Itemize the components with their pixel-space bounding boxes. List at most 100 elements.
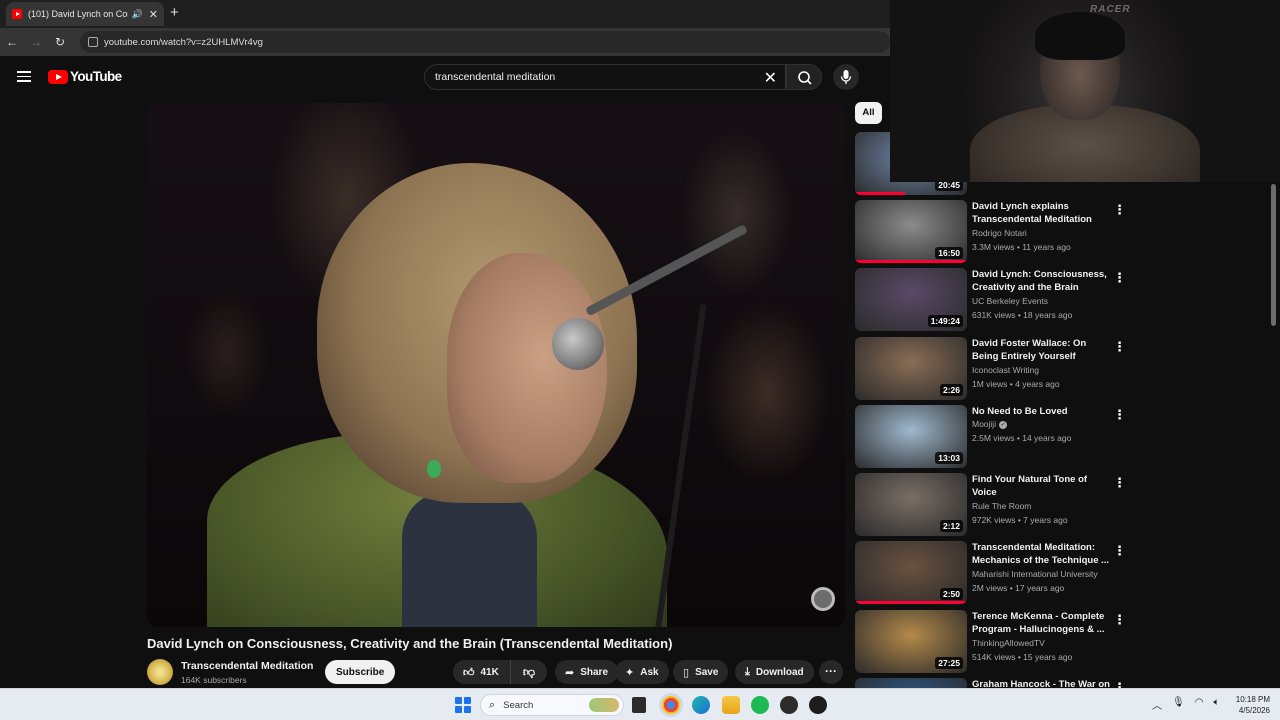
reload-icon[interactable]: ↻ [48, 35, 72, 49]
system-tray: ︿ 🎙︎ ◠ 🔈︎ [1152, 697, 1219, 712]
video-thumbnail[interactable]: 16:50 [855, 200, 967, 263]
video-thumbnail[interactable]: 13:03 [855, 405, 967, 468]
dislike-button[interactable]: 👎︎ [511, 665, 547, 680]
video-thumbnail[interactable]: 2:12 [855, 473, 967, 536]
recommendation-title[interactable]: No Need to Be Loved [972, 405, 1110, 418]
video-duration: 16:50 [935, 247, 963, 259]
recommendation-channel[interactable]: Rule The Room [972, 501, 1031, 511]
more-vertical-icon[interactable]: ⋮ [1113, 475, 1126, 491]
voice-search-button[interactable] [833, 64, 859, 90]
hamburger-menu-icon[interactable] [17, 71, 31, 82]
video-player[interactable] [147, 103, 845, 627]
channel-row: Transcendental Meditation 164K subscribe… [147, 658, 847, 688]
recommendation-item[interactable]: 2:50 Transcendental Meditation: Mechanics… [855, 541, 1275, 605]
channel-name-text: Rule The Room [972, 501, 1032, 511]
more-vertical-icon[interactable]: ⋮ [1113, 612, 1126, 628]
recommendation-meta: 514K views • 15 years ago [972, 652, 1073, 662]
channel-name-text: Moojiji [972, 419, 997, 429]
speaker-icon[interactable]: 🔊 [132, 9, 143, 20]
video-thumbnail[interactable]: 2:50 [855, 541, 967, 604]
site-info-icon[interactable] [88, 37, 98, 47]
taskbar-search[interactable]: ⌕ Search [480, 694, 624, 716]
recommendation-item[interactable]: 13:03 No Need to Be Loved Moojiji ✓ 2.5M vie… [855, 405, 1275, 469]
recommendation-item[interactable]: 27:25 Terence McKenna - Complete Program … [855, 610, 1275, 674]
download-icon: ⤓ [745, 665, 750, 678]
recommendation-title[interactable]: Find Your Natural Tone of Voice [972, 473, 1110, 499]
ask-label: Ask [640, 666, 659, 678]
watch-progress-bar [855, 601, 967, 604]
video-thumbnail[interactable]: 1:49:24 [855, 268, 967, 331]
clear-search-icon[interactable]: ✕ [764, 68, 777, 88]
chip-all[interactable]: All [855, 102, 882, 124]
video-frame-shirt [402, 493, 537, 627]
recommendation-item[interactable]: 2:26 David Foster Wallace: On Being Entir… [855, 337, 1275, 401]
recommendation-item[interactable]: 16:50 David Lynch explains Transcendental… [855, 200, 1275, 264]
more-vertical-icon[interactable]: ⋮ [1113, 202, 1126, 218]
video-duration: 1:49:24 [927, 315, 963, 327]
channel-name[interactable]: Transcendental Meditation [181, 660, 313, 672]
recommendation-channel[interactable]: Maharishi International University [972, 569, 1098, 579]
edge-icon[interactable] [692, 696, 710, 714]
windows-start-icon[interactable] [455, 697, 471, 713]
ask-button[interactable]: ✦ Ask [615, 660, 669, 684]
recommendation-title[interactable]: Terence McKenna - Complete Program - Hal… [972, 610, 1110, 636]
share-button[interactable]: ➦ Share [555, 660, 619, 684]
task-view-icon[interactable] [632, 697, 646, 713]
search-button[interactable] [786, 64, 822, 90]
recommendation-channel[interactable]: Iconoclast Writing [972, 365, 1039, 375]
file-explorer-icon[interactable] [722, 696, 740, 714]
subscribe-button[interactable]: Subscribe [325, 660, 396, 684]
volume-icon[interactable]: 🔈︎ [1213, 697, 1219, 712]
more-vertical-icon[interactable]: ⋮ [1113, 339, 1126, 355]
forward-arrow-icon[interactable]: → [24, 35, 48, 49]
search-value: transcendental meditation [435, 71, 556, 83]
microphone-icon [840, 70, 852, 84]
more-vertical-icon[interactable]: ⋮ [1113, 270, 1126, 286]
chevron-up-icon[interactable]: ︿ [1152, 697, 1162, 712]
video-thumbnail[interactable]: 27:25 [855, 610, 967, 673]
more-actions-button[interactable]: ··· [819, 660, 843, 684]
youtube-logo[interactable]: YouTube [48, 69, 122, 84]
channel-name-text: Rodrigo Notari [972, 228, 1027, 238]
address-bar[interactable]: youtube.com/watch?v=z2UHLMVr4vg [80, 31, 890, 53]
microphone-tray-icon[interactable]: 🎙︎ [1172, 697, 1185, 712]
video-duration: 2:12 [939, 520, 963, 532]
more-vertical-icon[interactable]: ⋮ [1113, 407, 1126, 423]
recommendation-title[interactable]: Transcendental Meditation: Mechanics of … [972, 541, 1110, 567]
youtube-header: YouTube transcendental meditation ✕ [0, 56, 890, 98]
wifi-icon[interactable]: ◠ [1195, 697, 1204, 712]
recommendation-channel[interactable]: Moojiji ✓ [972, 419, 1008, 429]
new-tab-button[interactable]: + [170, 4, 179, 21]
spotify-icon[interactable] [751, 696, 769, 714]
like-button[interactable]: 👍︎ 41K [453, 660, 511, 684]
windows-taskbar: ⌕ Search ︿ 🎙︎ ◠ 🔈︎ 10:18 PM 4/5/2026 [0, 688, 1280, 720]
chrome-icon[interactable] [662, 696, 680, 714]
recording-app-icon[interactable] [780, 696, 798, 714]
recommendation-title[interactable]: David Lynch: Consciousness, Creativity a… [972, 268, 1110, 294]
video-thumbnail[interactable]: 2:26 [855, 337, 967, 400]
video-duration: 13:03 [935, 452, 963, 464]
back-arrow-icon[interactable]: ← [0, 35, 24, 49]
video-frame-mic-stand [653, 304, 707, 627]
save-button[interactable]: ▯ Save [673, 660, 729, 684]
page-scrollbar[interactable] [1271, 184, 1276, 326]
download-button[interactable]: ⤓ Download [735, 660, 814, 684]
channel-avatar[interactable] [147, 659, 173, 685]
recommendation-channel[interactable]: Rodrigo Notari [972, 228, 1027, 238]
recommendation-title[interactable]: David Foster Wallace: On Being Entirely … [972, 337, 1110, 363]
recommendation-title[interactable]: David Lynch explains Transcendental Medi… [972, 200, 1110, 226]
app-icon[interactable] [809, 696, 827, 714]
browser-toolbar: ← → ↻ youtube.com/watch?v=z2UHLMVr4vg [0, 28, 890, 56]
recommendation-item[interactable]: 1:49:24 David Lynch: Consciousness, Creat… [855, 268, 1275, 332]
save-label: Save [695, 666, 719, 678]
recommendation-channel[interactable]: UC Berkeley Events [972, 296, 1048, 306]
like-count: 41K [480, 666, 499, 678]
browser-tab[interactable]: (101) David Lynch on Conscious 🔊 ✕ [6, 2, 164, 26]
close-tab-icon[interactable]: ✕ [149, 8, 158, 21]
recommendation-item[interactable]: 2:12 Find Your Natural Tone of Voice Rule … [855, 473, 1275, 537]
loading-spinner-icon [811, 587, 835, 611]
taskbar-clock[interactable]: 10:18 PM 4/5/2026 [1226, 694, 1270, 716]
recommendation-channel[interactable]: ThinkingAllowedTV [972, 638, 1045, 648]
search-input[interactable]: transcendental meditation ✕ [424, 64, 786, 90]
more-vertical-icon[interactable]: ⋮ [1113, 543, 1126, 559]
